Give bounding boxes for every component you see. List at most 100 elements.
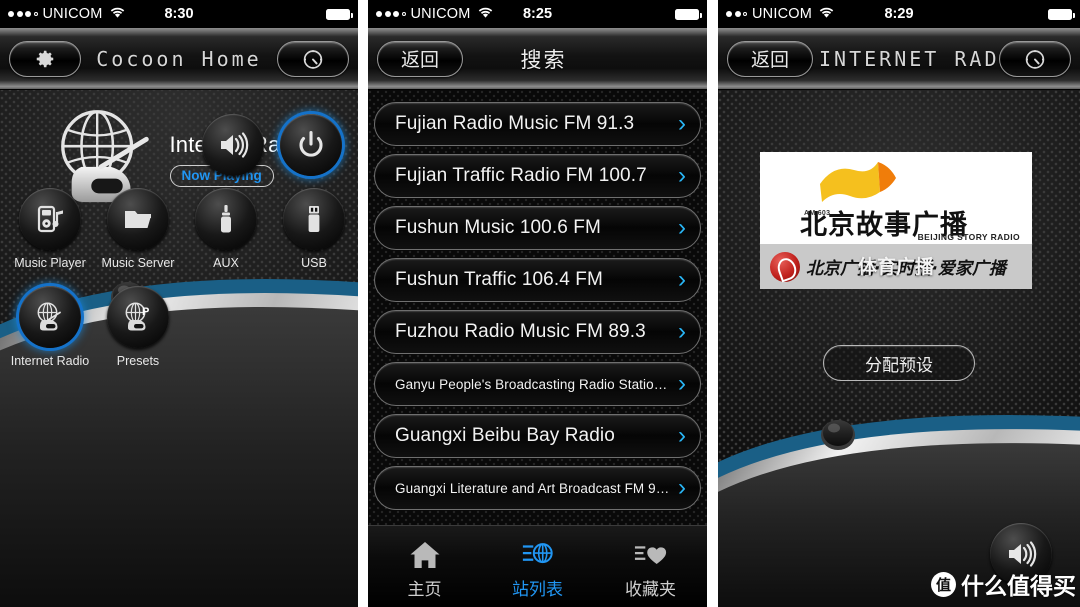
source-presets[interactable]: P Presets (94, 286, 182, 368)
panel-gap-1 (358, 0, 368, 607)
signal-dots-icon (376, 11, 406, 17)
sleep-timer-button[interactable] (999, 40, 1071, 77)
source-label: USB (301, 256, 327, 270)
speaker-volume-icon (216, 128, 250, 162)
aux-icon (209, 202, 243, 236)
chevron-right-icon: › (678, 370, 686, 397)
station-name: Fuzhou Radio Music FM 89.3 (395, 321, 646, 342)
page-title: INTERNET RADIO (819, 46, 999, 71)
carrier-label: UNICOM (410, 6, 471, 22)
list-item[interactable]: Guangxi Beibu Bay Radio › (374, 414, 701, 458)
phone-panel-internet-radio: UNICOM 8:29 返回 INTERNET RADIO (718, 0, 1080, 607)
nav-bar-search: 返回 搜索 (368, 28, 707, 90)
source-usb[interactable]: USB (270, 188, 358, 270)
usb-button[interactable] (283, 188, 345, 250)
source-music-player[interactable]: Music Player (6, 188, 94, 270)
page-title: 搜索 (520, 48, 567, 72)
chevron-right-icon: › (678, 110, 686, 137)
nav-bar-radio: 返回 INTERNET RADIO (718, 28, 1080, 90)
gear-icon (34, 48, 56, 70)
page-title: Cocoon Home (96, 46, 262, 71)
battery-full-icon (675, 8, 702, 20)
presets-button[interactable]: P (107, 286, 169, 348)
bottom-tab-bar: 主页 站列表 收藏夹 (368, 525, 707, 607)
tab-favorites[interactable]: 收藏夹 (594, 526, 707, 607)
tab-home[interactable]: 主页 (368, 526, 481, 607)
home-icon (408, 539, 442, 571)
station-logo-card: AM 603 北京故事广播 BEIJING STORY RADIO 北京广播·实… (760, 152, 1032, 289)
station-name: Fujian Traffic Radio FM 100.7 (395, 165, 647, 186)
tab-label: 主页 (407, 580, 442, 599)
source-label: AUX (213, 256, 239, 270)
station-name: Fushun Traffic 106.4 FM (395, 269, 603, 290)
chevron-right-icon: › (678, 422, 686, 449)
globe-radio-icon (33, 300, 67, 334)
screenshot-stage: UNICOM 8:30 Cocoon Home Now Playing Musi… (0, 0, 1080, 607)
list-item[interactable]: Fujian Radio Music FM 91.3 › (374, 102, 701, 146)
aux-button[interactable] (195, 188, 257, 250)
station-logo-top: AM 603 北京故事广播 BEIJING STORY RADIO (760, 152, 1032, 244)
list-item[interactable]: Fushun Music 100.6 FM › (374, 206, 701, 250)
phone-panel-home: UNICOM 8:30 Cocoon Home Now Playing Musi… (0, 0, 358, 607)
power-button[interactable] (280, 114, 342, 176)
chevron-right-icon: › (678, 162, 686, 189)
settings-button[interactable] (9, 40, 81, 77)
svg-text:P: P (142, 306, 149, 318)
source-aux[interactable]: AUX (182, 188, 270, 270)
status-bar-home: UNICOM 8:30 (0, 0, 358, 28)
source-label: Presets (116, 354, 160, 368)
carrier-label: UNICOM (42, 6, 103, 22)
chevron-right-icon: › (678, 318, 686, 345)
chevron-right-icon: › (678, 214, 686, 241)
source-row-2: Internet Radio P Presets (6, 286, 182, 368)
favorites-icon (634, 539, 668, 571)
list-item[interactable]: Fushun Traffic 106.4 FM › (374, 258, 701, 302)
chevron-right-icon: › (678, 474, 686, 501)
chevron-right-icon: › (678, 266, 686, 293)
watermark-text: 什么值得买 (961, 574, 1076, 600)
folder-icon (121, 202, 155, 236)
station-list-icon (521, 539, 555, 571)
list-item[interactable]: Ganyu People's Broadcasting Radio Statio… (374, 362, 701, 406)
phone-panel-search: UNICOM 8:25 返回 搜索 Fujian Radio Music FM … (368, 0, 707, 607)
panel-gap-2 (707, 0, 718, 607)
source-internet-radio[interactable]: Internet Radio (6, 286, 94, 368)
volume-button[interactable] (202, 114, 264, 176)
back-button[interactable]: 返回 (377, 40, 463, 77)
station-overlay-text: 体育广播 (857, 256, 934, 278)
sleep-timer-icon (1023, 47, 1047, 71)
back-button[interactable]: 返回 (727, 40, 813, 77)
station-list[interactable]: Fujian Radio Music FM 91.3 › Fujian Traf… (368, 94, 707, 510)
tab-station-list[interactable]: 站列表 (481, 526, 594, 607)
tab-label: 站列表 (512, 580, 563, 599)
signal-dots-icon (8, 11, 38, 17)
sleep-timer-icon (301, 47, 325, 71)
tab-label: 收藏夹 (625, 580, 676, 599)
list-item[interactable]: Fujian Traffic Radio FM 100.7 › (374, 154, 701, 198)
source-label: Internet Radio (10, 354, 90, 368)
music-server-button[interactable] (107, 188, 169, 250)
search-results-body: Fujian Radio Music FM 91.3 › Fujian Traf… (368, 90, 707, 527)
internet-radio-button[interactable] (19, 286, 81, 348)
top-control-row (202, 114, 342, 176)
battery-full-icon (326, 8, 353, 20)
list-item[interactable]: Guangxi Literature and Art Broadcast FM … (374, 466, 701, 510)
status-bar-search: UNICOM 8:25 (368, 0, 707, 28)
home-body: Internet Radio Now Playing (0, 90, 358, 607)
station-name: Guangxi Literature and Art Broadcast FM … (395, 480, 670, 496)
nav-bar-home: Cocoon Home (0, 28, 358, 90)
music-player-button[interactable] (19, 188, 81, 250)
battery-full-icon (1048, 8, 1075, 20)
usb-icon (297, 202, 331, 236)
source-music-server[interactable]: Music Server (94, 188, 182, 270)
list-item[interactable]: Fuzhou Radio Music FM 89.3 › (374, 310, 701, 354)
station-name: Guangxi Beibu Bay Radio (395, 425, 615, 446)
wifi-icon (819, 6, 834, 22)
status-left-group: UNICOM (726, 6, 834, 22)
station-en-title: BEIJING STORY RADIO (917, 232, 1020, 242)
watermark-logo-icon: 值 (931, 571, 956, 597)
source-label: Music Player (14, 256, 86, 270)
assign-preset-button[interactable]: 分配预设 (823, 345, 975, 381)
wifi-icon (110, 6, 125, 22)
sleep-timer-button[interactable] (277, 40, 349, 77)
